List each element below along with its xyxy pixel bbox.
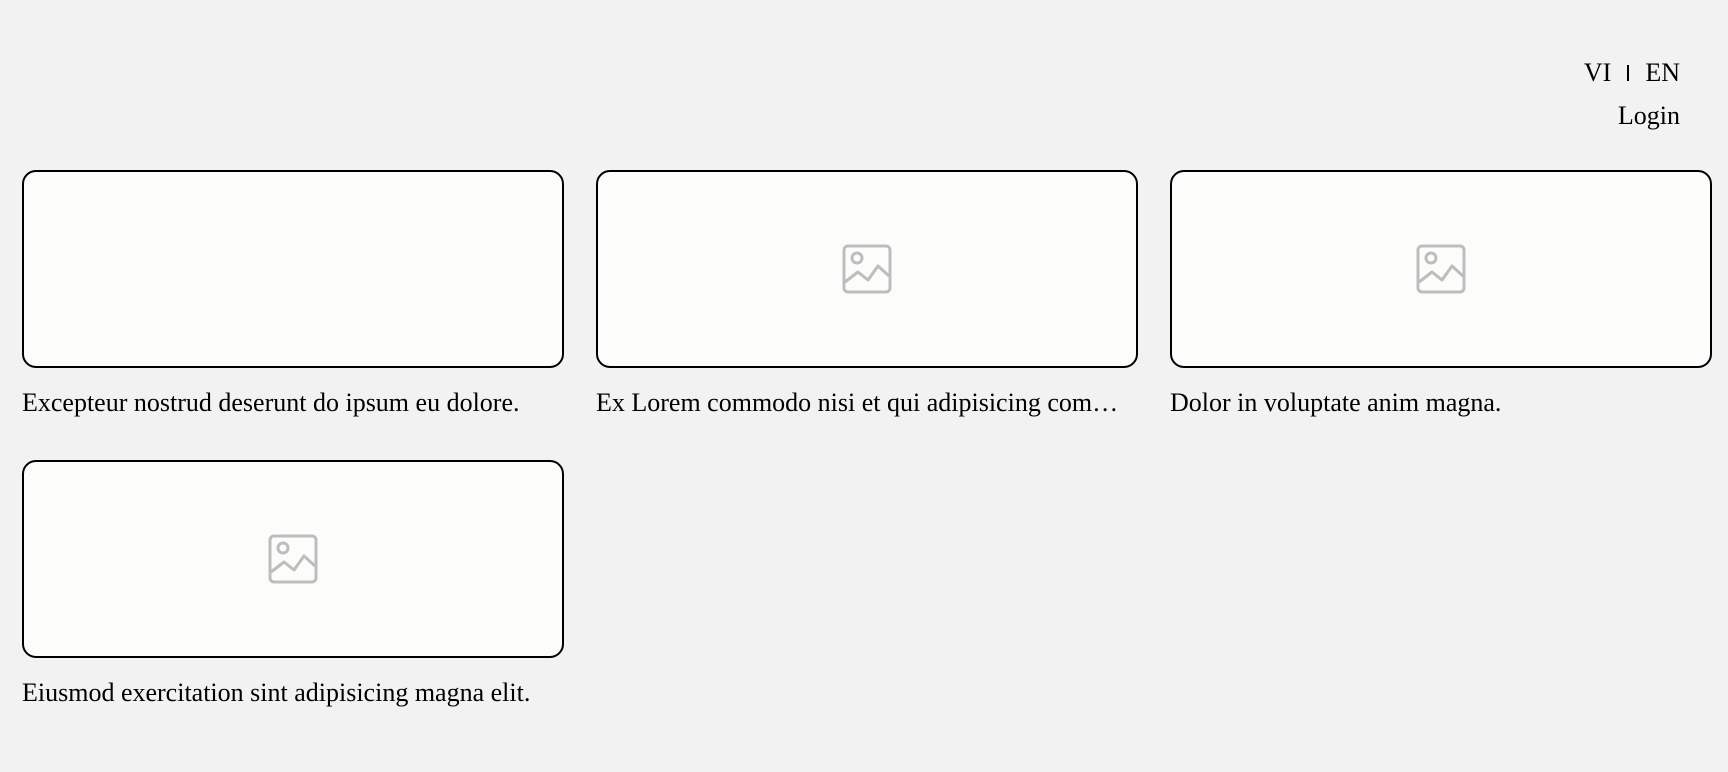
- image-placeholder-icon: [842, 244, 892, 294]
- lang-separator: [1627, 65, 1630, 81]
- card-title[interactable]: Ex Lorem commodo nisi et qui adipisicing…: [596, 388, 1138, 418]
- card-title[interactable]: Eiusmod exercitation sint adipisicing ma…: [22, 678, 564, 708]
- card-title[interactable]: Dolor in voluptate anim magna.: [1170, 388, 1712, 418]
- login-link[interactable]: Login: [1618, 101, 1680, 131]
- card-thumbnail[interactable]: [596, 170, 1138, 368]
- lang-vi-link[interactable]: VI: [1584, 58, 1611, 88]
- language-switcher: VI EN: [1584, 58, 1680, 88]
- image-placeholder-icon: [268, 534, 318, 584]
- card-thumbnail[interactable]: [22, 460, 564, 658]
- card-title[interactable]: Excepteur nostrud deserunt do ipsum eu d…: [22, 388, 564, 418]
- card[interactable]: Ex Lorem commodo nisi et qui adipisicing…: [596, 170, 1138, 418]
- card[interactable]: Dolor in voluptate anim magna.: [1170, 170, 1712, 418]
- card-thumbnail[interactable]: [22, 170, 564, 368]
- image-placeholder-icon: [1416, 244, 1466, 294]
- card[interactable]: Excepteur nostrud deserunt do ipsum eu d…: [22, 170, 564, 418]
- lang-en-link[interactable]: EN: [1645, 58, 1680, 88]
- card-thumbnail[interactable]: [1170, 170, 1712, 368]
- card[interactable]: Eiusmod exercitation sint adipisicing ma…: [22, 460, 564, 708]
